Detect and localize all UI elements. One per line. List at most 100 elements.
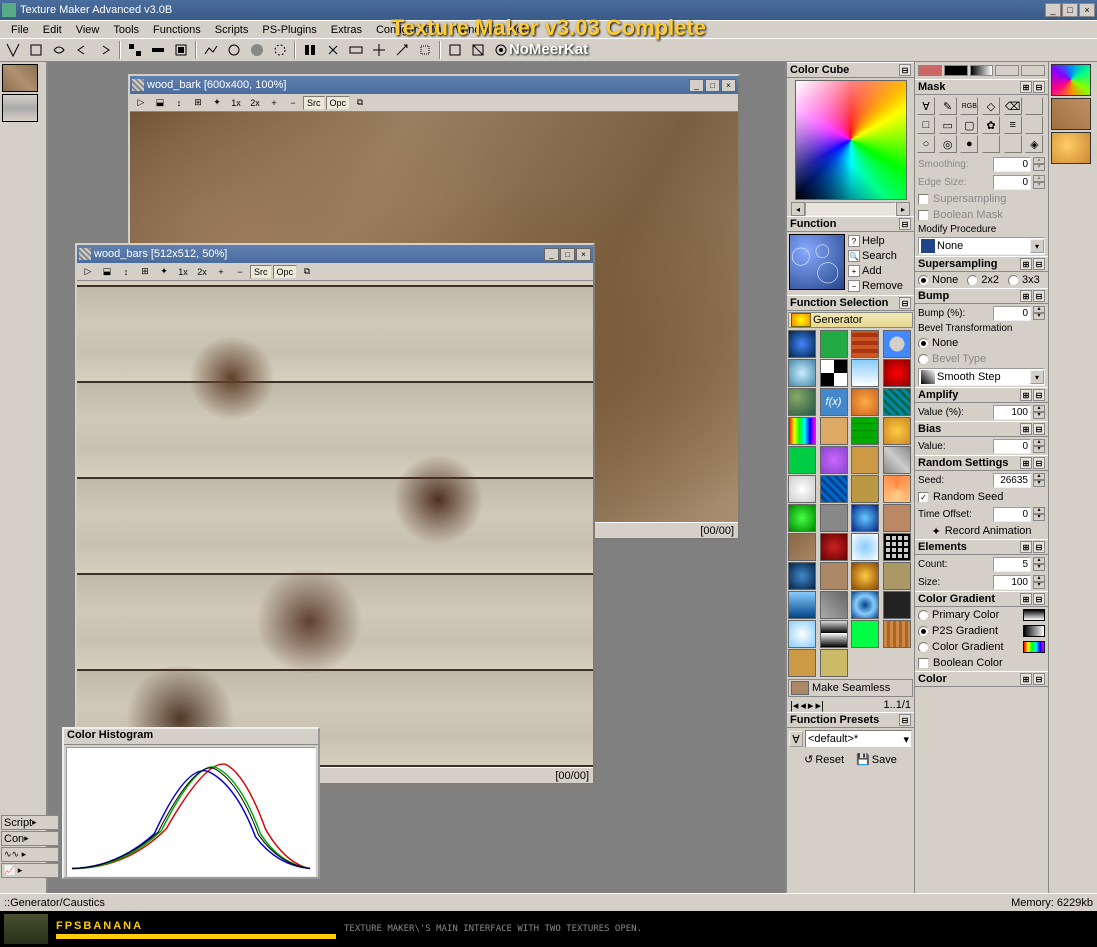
panel-opt[interactable]: ⊟ [1033,541,1045,553]
color-cube[interactable] [795,80,907,200]
tool-undo[interactable] [71,40,93,60]
fn-item[interactable] [820,649,848,677]
bars-texture[interactable] [77,281,593,767]
tool-14[interactable] [345,40,367,60]
panel-opt[interactable]: ⊞ [1020,258,1032,270]
panel-opt[interactable]: ⊞ [1020,457,1032,469]
fn-item[interactable] [788,649,816,677]
fn-item[interactable] [851,620,879,648]
smoothing-input[interactable] [993,157,1031,172]
doc-1x[interactable]: 1x [174,264,192,280]
doc-1x[interactable]: 1x [227,95,245,111]
tool-16[interactable] [391,40,413,60]
tab-graph[interactable]: 📈 ▸ [1,863,59,878]
fn-item[interactable] [788,330,816,358]
tool-9[interactable] [223,40,245,60]
radio-ss-3x3[interactable] [1008,275,1019,286]
fn-item[interactable] [883,533,911,561]
bump-input[interactable] [993,306,1031,321]
panel-opt[interactable]: ⊟ [1033,673,1045,685]
doc-t1[interactable]: ⬓ [98,264,116,280]
panel-opt[interactable]: ⊟ [1033,81,1045,93]
tool-redo[interactable] [94,40,116,60]
tool-17[interactable] [414,40,436,60]
chk-bm[interactable] [918,210,929,221]
fn-item[interactable] [851,359,879,387]
doc-opc[interactable]: Opc [273,265,298,279]
mask-tool-brush[interactable]: ✎ [939,97,957,115]
doc-maximize[interactable]: □ [705,79,720,92]
mask-tool-x2[interactable] [1025,116,1043,134]
chk-ss[interactable] [918,194,929,205]
doc-t2[interactable]: ↕ [170,95,188,111]
menu-edit[interactable]: Edit [36,22,69,38]
fn-item[interactable] [788,359,816,387]
fn-item[interactable] [820,330,848,358]
menu-file[interactable]: File [4,22,36,38]
close-button[interactable]: × [1079,3,1095,17]
mask-tool-blob[interactable]: ✿ [982,116,1000,134]
doc-plus[interactable]: + [265,95,283,111]
menu-tools[interactable]: Tools [106,22,146,38]
bias-input[interactable] [993,439,1031,454]
panel-opt[interactable]: ⊞ [1020,673,1032,685]
grad-cg-sw[interactable] [1023,641,1045,653]
fn-item[interactable] [820,591,848,619]
fsel-make-seamless[interactable]: Make Seamless [788,679,913,697]
fn-item[interactable] [820,562,848,590]
radio-p2s[interactable] [918,626,929,637]
fn-item[interactable] [883,359,911,387]
fn-item[interactable] [820,417,848,445]
panel-opt[interactable]: ⊟ [899,64,911,76]
panel-opt[interactable]: ⊞ [1020,290,1032,302]
radio-bevel-type[interactable] [918,354,929,365]
preset-select[interactable]: <default>*▾ [805,730,912,748]
mask-tool-x[interactable] [1025,97,1043,115]
size-input[interactable] [993,575,1031,590]
grad-primary-sw[interactable] [1023,609,1045,621]
mask-tool-lines[interactable]: ≡ [1004,116,1022,134]
mask-tool-ring[interactable]: ◎ [939,135,957,153]
mask-tool-diamond[interactable]: ◇ [982,97,1000,115]
tool-12[interactable] [299,40,321,60]
mask-sw4[interactable] [995,65,1019,76]
mask-tool-circle[interactable]: ○ [917,135,935,153]
tool-18[interactable] [444,40,466,60]
doc-t3[interactable]: ⊞ [189,95,207,111]
fn-item[interactable] [820,359,848,387]
fn-item[interactable] [883,388,911,416]
mask-tool-rect[interactable]: □ [917,116,935,134]
fn-item[interactable] [851,475,879,503]
seed-input[interactable] [993,473,1031,488]
tool-20[interactable] [490,40,512,60]
tool-3[interactable] [48,40,70,60]
mask-sw1[interactable] [918,65,942,76]
doc-src[interactable]: Src [303,96,325,110]
doc-play[interactable]: ▷ [79,264,97,280]
fn-item[interactable] [851,388,879,416]
menu-view[interactable]: View [69,22,107,38]
menu-extras[interactable]: Extras [324,22,369,38]
func-help[interactable]: ?Help [847,234,912,248]
radio-ss-none[interactable] [918,275,929,286]
fn-item[interactable] [851,504,879,532]
fn-item[interactable] [883,620,911,648]
tool-2[interactable] [25,40,47,60]
fn-item[interactable] [851,562,879,590]
fn-item[interactable] [788,417,816,445]
fn-item[interactable] [851,446,879,474]
mask-sw5[interactable] [1021,65,1045,76]
fsel-cat-generator[interactable]: Generator [788,312,913,328]
fsel-first[interactable]: |◂ [790,699,798,712]
fn-item[interactable] [788,562,816,590]
panel-opt[interactable]: ⊞ [1020,389,1032,401]
fn-item[interactable] [851,417,879,445]
tool-15[interactable] [368,40,390,60]
tab-wave[interactable]: ∿∿ ▸ [1,847,59,862]
preset-thumb-2[interactable] [1051,98,1091,130]
doc-t3[interactable]: ⊞ [136,264,154,280]
fn-item[interactable] [883,446,911,474]
fn-item[interactable] [883,504,911,532]
doc-close[interactable]: × [576,248,591,261]
panel-opt[interactable]: ⊟ [1033,389,1045,401]
